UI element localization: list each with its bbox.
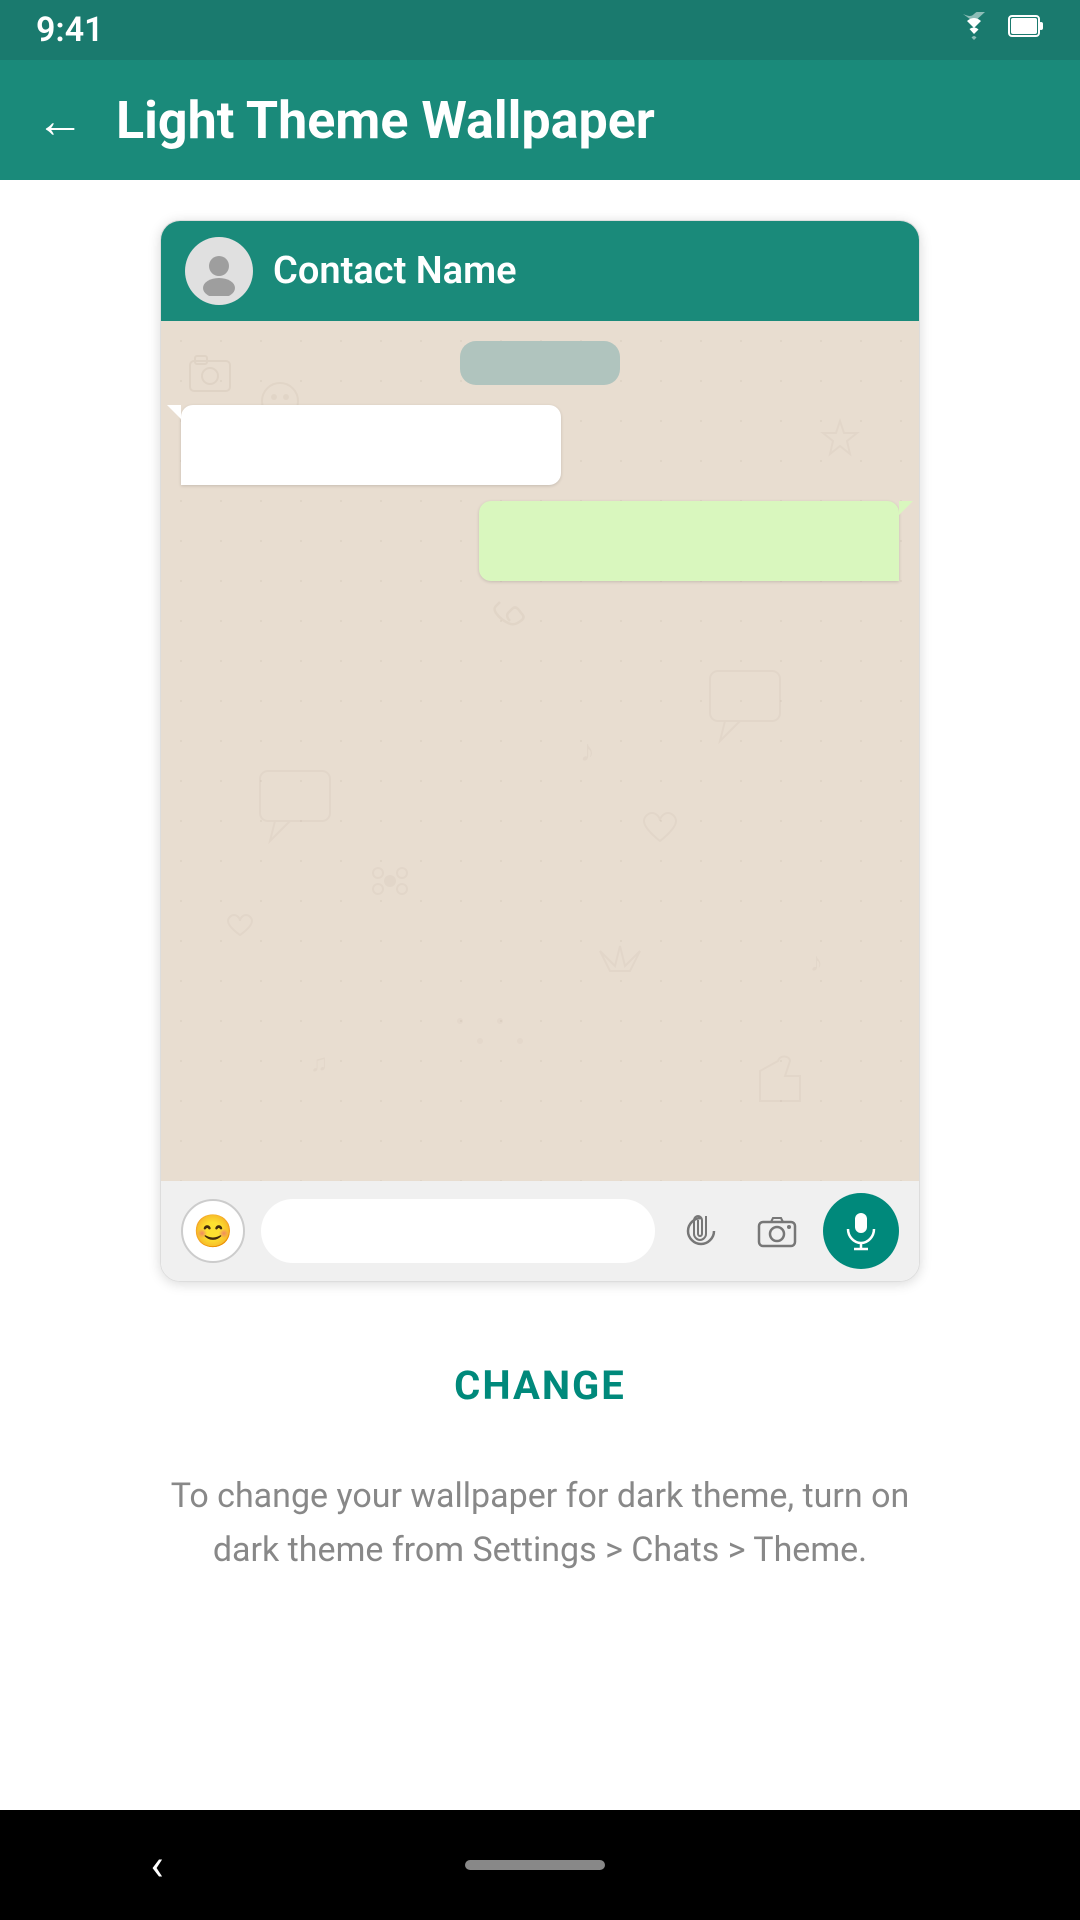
- chat-header: Contact Name: [161, 221, 919, 321]
- info-text: To change your wallpaper for dark theme,…: [90, 1469, 990, 1578]
- wifi-icon: [956, 12, 992, 48]
- chat-preview: Contact Name: [160, 220, 920, 1282]
- received-message: [181, 405, 899, 485]
- chat-input-bar: 😊: [161, 1181, 919, 1281]
- battery-icon: [1008, 12, 1044, 48]
- date-bubble: [181, 341, 899, 385]
- attachment-button[interactable]: [671, 1201, 731, 1261]
- change-button[interactable]: CHANGE: [394, 1342, 686, 1429]
- main-content: Contact Name: [0, 180, 1080, 1618]
- sent-bubble: [479, 501, 899, 581]
- bottom-nav: ‹ □: [0, 1810, 1080, 1920]
- status-icons: [956, 12, 1044, 48]
- back-button[interactable]: ←: [36, 92, 84, 149]
- page-title: Light Theme Wallpaper: [116, 90, 655, 151]
- camera-button[interactable]: [747, 1201, 807, 1261]
- status-time: 9:41: [36, 10, 104, 50]
- emoji-icon: 😊: [193, 1212, 233, 1250]
- app-bar: ← Light Theme Wallpaper: [0, 60, 1080, 180]
- received-bubble: [181, 405, 561, 485]
- sent-message: [181, 501, 899, 581]
- svg-text:♪: ♪: [810, 948, 823, 978]
- svg-text:♪: ♪: [580, 734, 595, 769]
- avatar: [185, 237, 253, 305]
- chat-body: ♪ ♫ ♪: [161, 321, 919, 1181]
- system-back-button[interactable]: ‹: [150, 1839, 163, 1891]
- emoji-button[interactable]: 😊: [181, 1199, 245, 1263]
- mic-button[interactable]: [823, 1193, 899, 1269]
- contact-name: Contact Name: [273, 249, 517, 293]
- date-pill: [460, 341, 620, 385]
- home-pill[interactable]: [465, 1860, 605, 1870]
- message-input[interactable]: [261, 1199, 655, 1263]
- status-bar: 9:41: [0, 0, 1080, 60]
- svg-text:♫: ♫: [310, 1049, 328, 1077]
